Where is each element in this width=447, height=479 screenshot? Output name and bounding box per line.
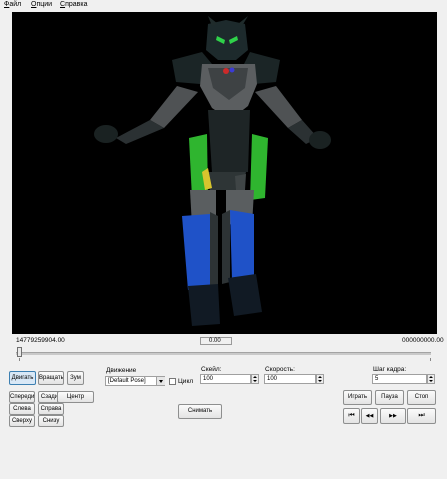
first-frame-button[interactable]: ⏮	[343, 408, 360, 424]
view-center-button[interactable]: Центр	[57, 391, 94, 403]
timeline-current-label: 0.00	[209, 338, 221, 344]
loop-checkbox[interactable]	[169, 378, 176, 385]
loop-label: Цикл	[178, 378, 194, 385]
frame-step-spinner[interactable]	[427, 374, 435, 384]
fast-forward-icon: ▶▶	[389, 413, 397, 419]
timeline-tick	[19, 358, 20, 361]
speed-input-value: 100	[267, 376, 278, 382]
menu-file[interactable]: Файл	[4, 1, 21, 8]
menu-options[interactable]: Опции	[31, 1, 52, 8]
motion-select-value: [Default Pose]	[108, 378, 146, 384]
model-viewport[interactable]	[12, 12, 437, 334]
rewind-icon: ◀◀	[365, 413, 374, 419]
view-top-button[interactable]: Сверху	[9, 415, 35, 427]
view-front-button[interactable]: Спереди	[9, 391, 35, 403]
view-bottom-button[interactable]: Снизу	[38, 415, 64, 427]
view-right-button[interactable]: Справа	[38, 403, 64, 415]
rotate-button[interactable]: Вращать	[38, 371, 64, 385]
dropdown-arrow-icon[interactable]	[156, 377, 165, 385]
timeline-tick	[430, 358, 431, 361]
timeline-start-label: 14779259904.00	[16, 337, 65, 344]
play-button[interactable]: Играть	[343, 390, 372, 405]
pause-button[interactable]: Пауза	[375, 390, 404, 405]
speed-label: Скорость:	[265, 366, 295, 373]
robot-model	[94, 16, 331, 326]
menu-bar: Файл Опции Справка	[0, 0, 447, 11]
frame-step-input[interactable]: 5	[372, 374, 427, 384]
frame-step-label: Шаг кадра:	[373, 366, 407, 373]
prev-frame-button[interactable]: ◀◀	[361, 408, 378, 424]
timeline-track[interactable]	[16, 352, 431, 355]
timeline-current-box: 0.00	[200, 337, 232, 345]
skip-forward-icon: ⏭	[418, 412, 425, 419]
move-button[interactable]: Двигать	[9, 371, 36, 385]
view-left-button[interactable]: Слева	[9, 403, 35, 415]
skip-back-icon: ⏮	[348, 412, 355, 419]
frame-step-input-value: 5	[375, 376, 379, 382]
motion-label: Движение	[106, 367, 137, 374]
scale-spinner[interactable]	[251, 374, 259, 384]
timeline-end-label: 000000000.00	[402, 337, 444, 344]
last-frame-button[interactable]: ⏭	[407, 408, 436, 424]
snapshot-button[interactable]: Снимать	[178, 404, 222, 419]
speed-input[interactable]: 100	[264, 374, 316, 384]
next-frame-button[interactable]: ▶▶	[380, 408, 406, 424]
stop-button[interactable]: Стоп	[407, 390, 436, 405]
speed-spinner[interactable]	[316, 374, 324, 384]
scale-input[interactable]: 100	[200, 374, 251, 384]
scale-label: Скейл:	[201, 366, 222, 373]
zoom-button[interactable]: Зум	[67, 371, 84, 385]
scale-input-value: 100	[203, 376, 214, 382]
timeline-thumb[interactable]	[17, 347, 22, 357]
menu-help[interactable]: Справка	[60, 1, 87, 8]
